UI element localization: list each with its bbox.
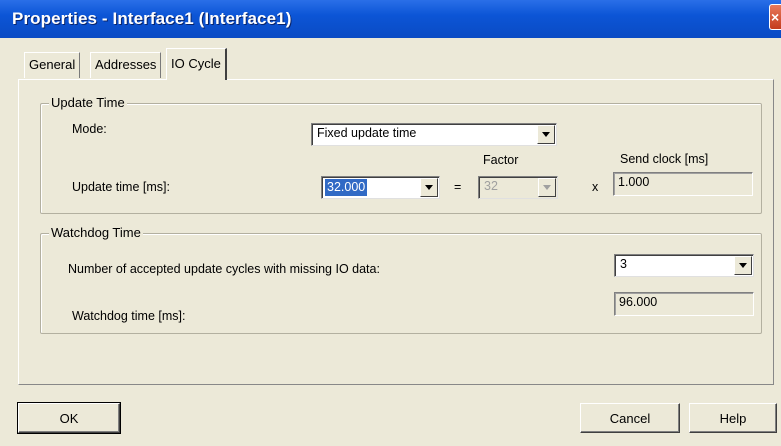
cancel-button[interactable]: Cancel [580, 403, 680, 433]
chevron-down-icon[interactable] [537, 125, 555, 144]
equals-sign: = [454, 180, 462, 194]
update-time-group-label: Update Time [49, 95, 127, 110]
update-time-value: 32.000 [325, 179, 368, 196]
factor-label: Factor [483, 153, 519, 167]
accepted-cycles-label: Number of accepted update cycles with mi… [68, 262, 380, 276]
chevron-down-icon [538, 178, 556, 197]
ok-button[interactable]: OK [17, 402, 121, 434]
tab-addresses[interactable]: Addresses [90, 52, 162, 78]
watchdog-time-group-label: Watchdog Time [49, 225, 143, 240]
accepted-cycles-dropdown[interactable]: 3 [614, 254, 754, 277]
factor-dropdown: 32 [478, 176, 558, 199]
mode-label: Mode: [72, 122, 107, 136]
chevron-down-icon[interactable] [734, 256, 752, 275]
send-clock-field: 1.000 [613, 172, 753, 196]
accepted-cycles-value: 3 [620, 257, 627, 271]
factor-value: 32 [484, 179, 498, 193]
close-icon[interactable]: × [769, 4, 781, 30]
title-bar: Properties - Interface1 (Interface1) × [0, 0, 781, 38]
watchdog-time-label: Watchdog time [ms]: [72, 309, 186, 323]
mode-dropdown[interactable]: Fixed update time [311, 123, 557, 146]
send-clock-label: Send clock [ms] [620, 152, 709, 166]
tab-general[interactable]: General [24, 52, 81, 78]
mode-value: Fixed update time [317, 126, 417, 140]
help-button[interactable]: Help [689, 403, 777, 433]
update-time-dropdown[interactable]: 32.000 [321, 176, 440, 199]
chevron-down-icon[interactable] [420, 178, 438, 197]
tab-io-cycle[interactable]: IO Cycle [166, 48, 227, 80]
multiply-sign: x [592, 180, 599, 194]
update-time-label: Update time [ms]: [72, 180, 170, 194]
window-title: Properties - Interface1 (Interface1) [12, 9, 292, 28]
watchdog-time-field: 96.000 [614, 292, 754, 316]
